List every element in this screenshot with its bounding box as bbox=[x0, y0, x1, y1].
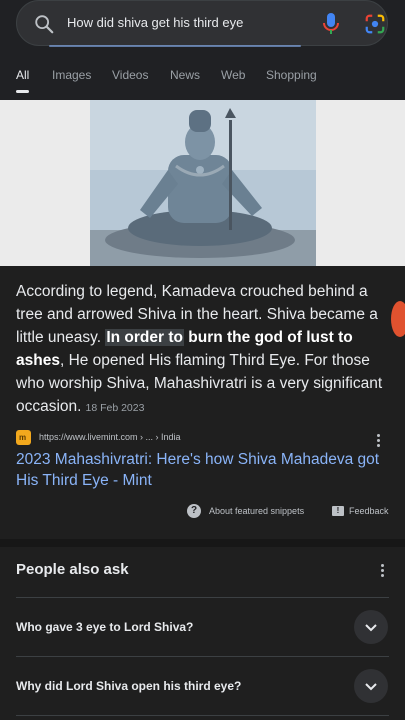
feedback-link[interactable]: Feedback bbox=[349, 506, 389, 516]
search-box[interactable]: How did shiva get his third eye bbox=[16, 0, 388, 47]
help-icon[interactable]: ? bbox=[187, 504, 201, 518]
result-title-link[interactable]: 2023 Mahashivratri: Here's how Shiva Mah… bbox=[16, 449, 394, 491]
search-tabs: All Images Videos News Web Shopping bbox=[0, 64, 405, 94]
paa-question-row[interactable]: Why did Lord Shiva open his third eye? bbox=[0, 657, 405, 715]
snippet-date: 18 Feb 2023 bbox=[85, 402, 145, 414]
tab-web[interactable]: Web bbox=[221, 68, 245, 82]
paa-question-row[interactable]: Who gave 3 eye to Lord Shiva? bbox=[0, 598, 405, 656]
tab-all[interactable]: All bbox=[16, 68, 29, 82]
tab-videos[interactable]: Videos bbox=[112, 68, 148, 82]
floating-red-badge bbox=[391, 301, 405, 337]
snippet-highlight: In order to bbox=[105, 329, 184, 346]
search-icon[interactable] bbox=[33, 13, 55, 35]
paa-more-options-icon[interactable] bbox=[380, 564, 386, 580]
mic-icon[interactable] bbox=[320, 12, 342, 36]
active-tab-indicator bbox=[16, 90, 29, 93]
more-options-icon[interactable] bbox=[376, 434, 382, 450]
tab-images[interactable]: Images bbox=[52, 68, 91, 82]
search-underline bbox=[49, 45, 301, 47]
shiva-statue-image bbox=[0, 100, 405, 266]
chevron-down-icon[interactable] bbox=[354, 610, 388, 644]
question-divider bbox=[16, 715, 389, 716]
featured-snippet-text: According to legend, Kamadeva crouched b… bbox=[16, 280, 396, 420]
result-source[interactable]: m https://www.livemint.com › ... › India bbox=[16, 430, 388, 450]
lens-icon[interactable] bbox=[364, 13, 386, 35]
about-featured-snippets-link[interactable]: About featured snippets bbox=[209, 506, 304, 516]
people-also-ask-title: People also ask bbox=[16, 561, 129, 578]
source-url[interactable]: https://www.livemint.com › ... › India bbox=[39, 432, 181, 442]
section-divider bbox=[0, 539, 405, 547]
snippet-text-part3: , He opened His flaming Third Eye. For t… bbox=[16, 352, 383, 415]
tab-news[interactable]: News bbox=[170, 68, 200, 82]
paa-question-text[interactable]: Who gave 3 eye to Lord Shiva? bbox=[16, 620, 193, 634]
top-bar: How did shiva get his third eye All Imag… bbox=[0, 0, 405, 100]
featured-image[interactable] bbox=[0, 100, 405, 266]
chevron-down-icon[interactable] bbox=[354, 669, 388, 703]
paa-question-text[interactable]: Why did Lord Shiva open his third eye? bbox=[16, 679, 241, 693]
snippet-footer: ? About featured snippets ! Feedback bbox=[0, 502, 405, 522]
search-input[interactable]: How did shiva get his third eye bbox=[67, 15, 243, 30]
site-favicon: m bbox=[16, 430, 31, 445]
tab-shopping[interactable]: Shopping bbox=[266, 68, 317, 82]
feedback-icon[interactable]: ! bbox=[332, 506, 344, 516]
